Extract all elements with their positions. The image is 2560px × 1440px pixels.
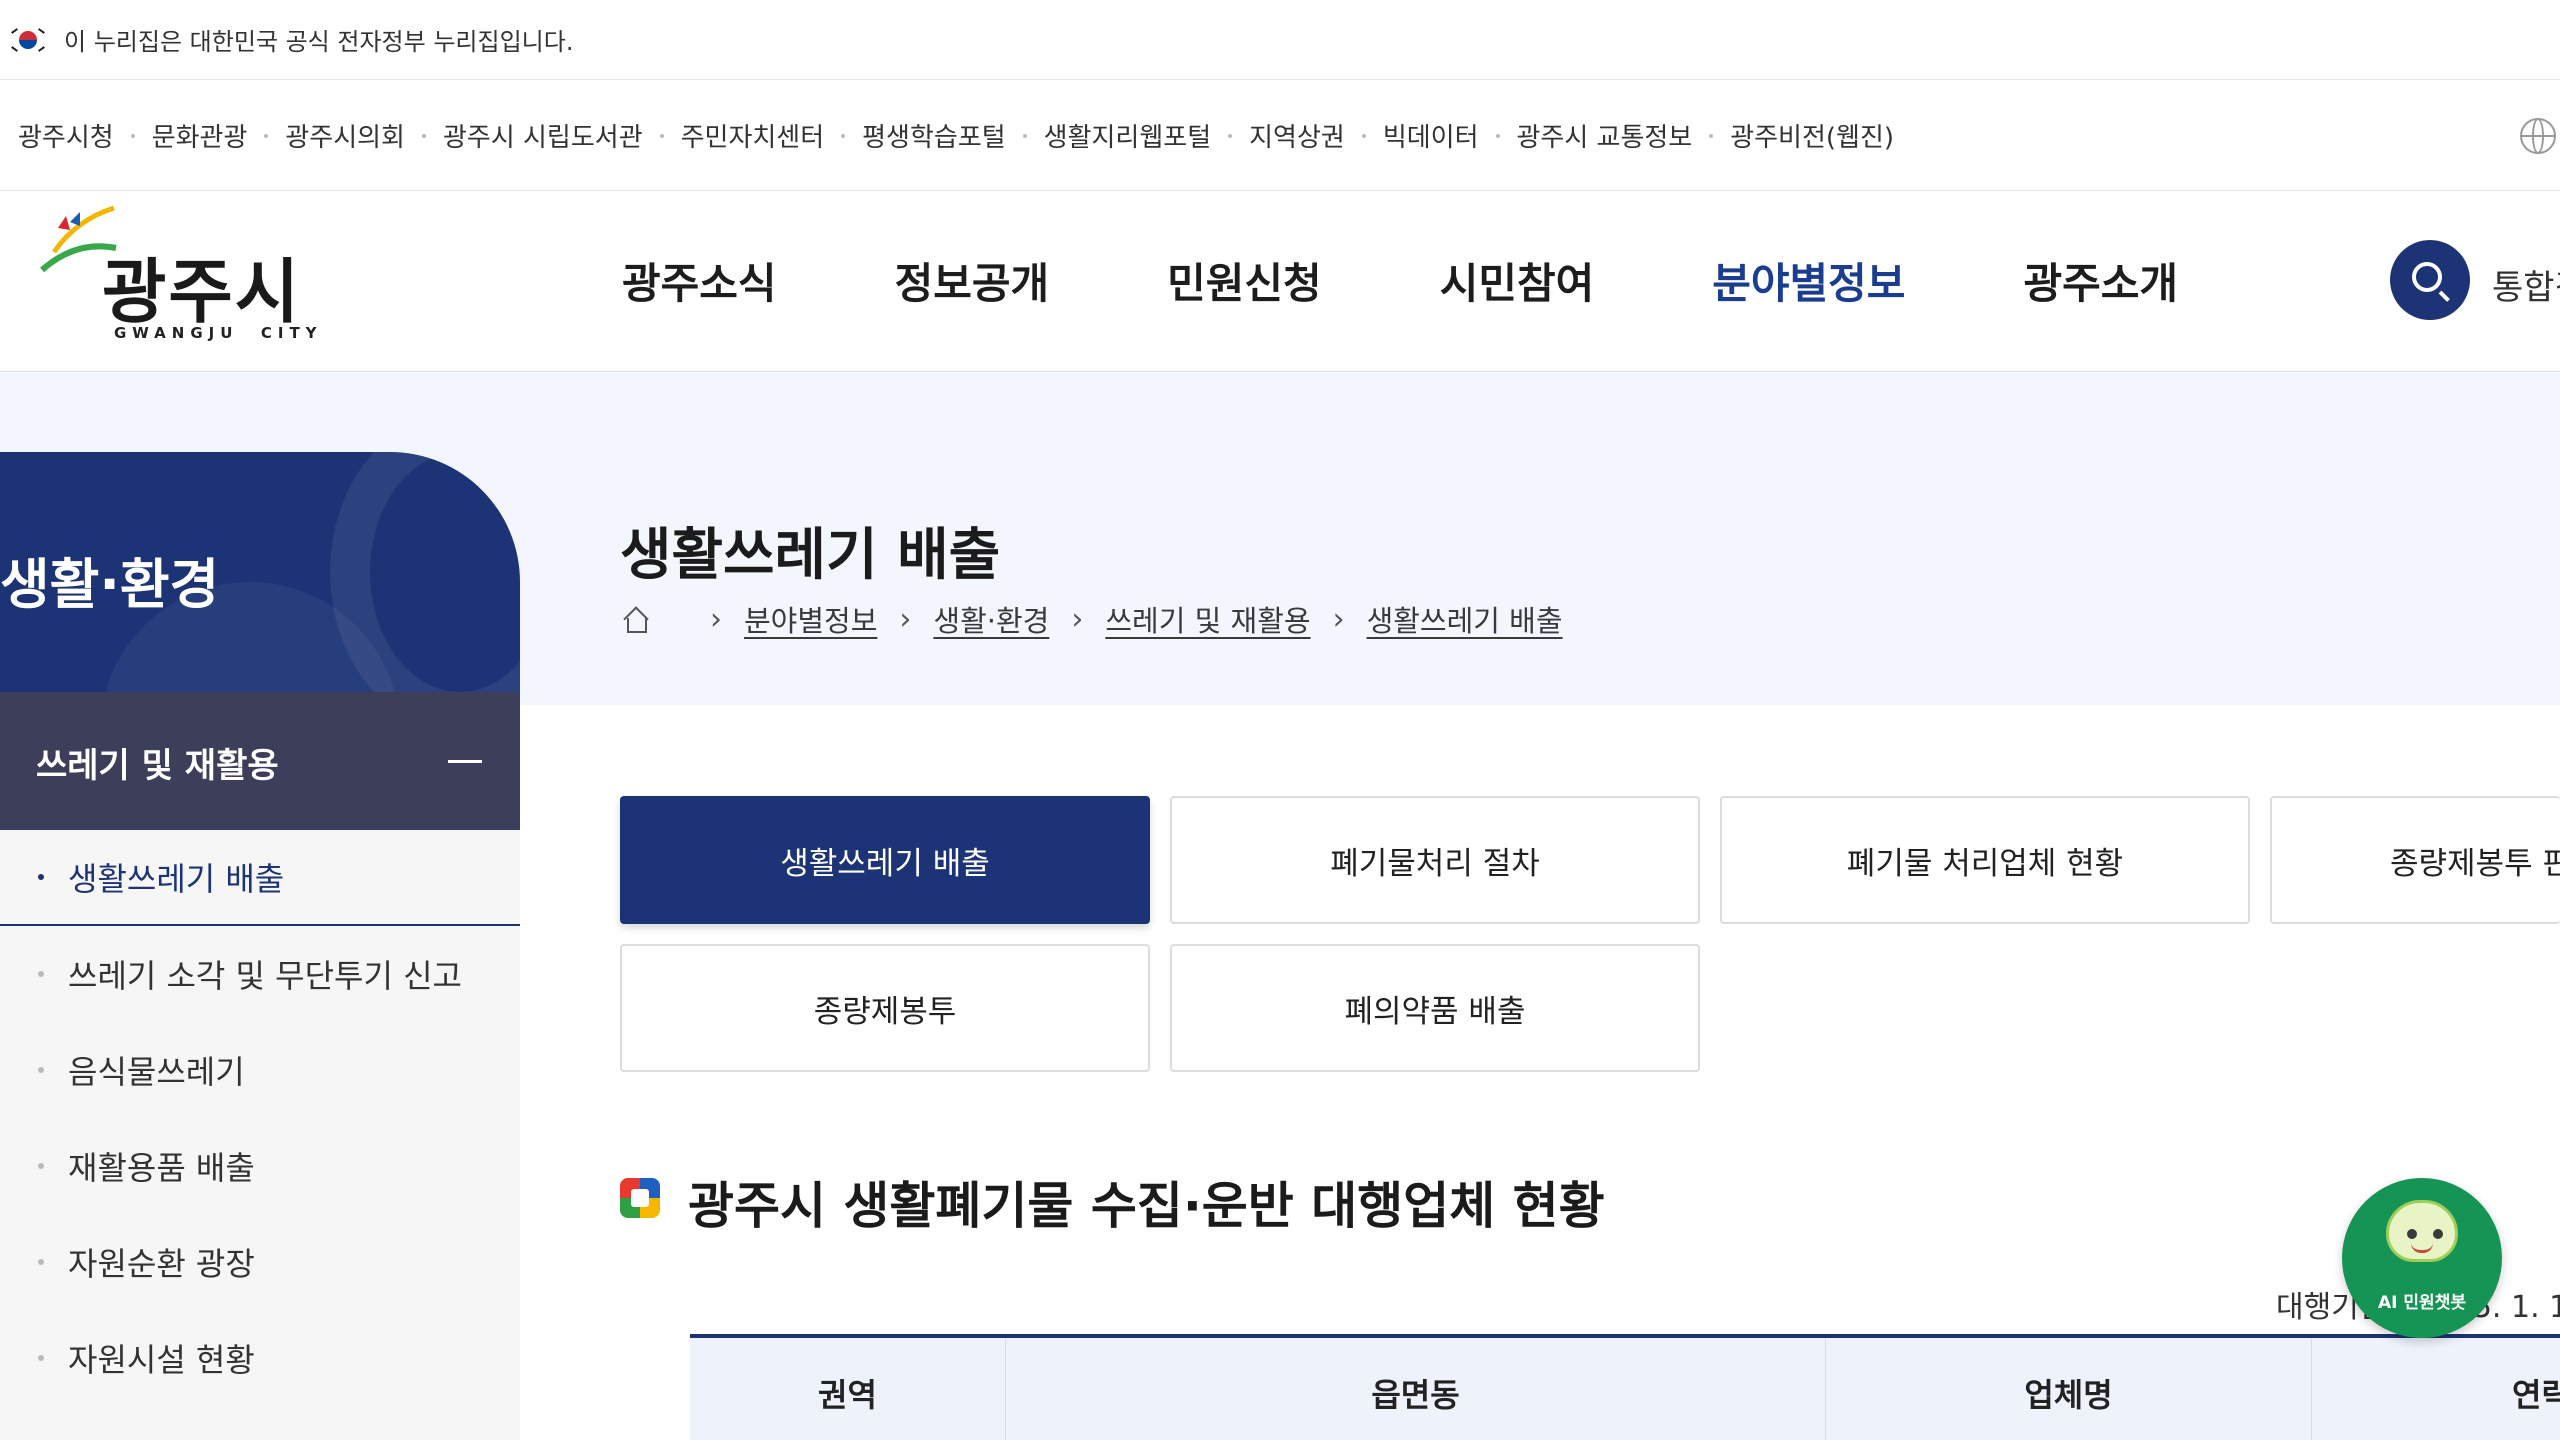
sidebar-section-label: 쓰레기 및 재활용 — [36, 746, 279, 786]
chatbot-label: AI 민원챗봇 — [2378, 1293, 2466, 1313]
sidebar-item-illegal-dumping[interactable]: 쓰레기 소각 및 무단투기 신고 — [0, 926, 520, 1022]
util-separator — [1495, 133, 1500, 138]
tab-garbage-bags[interactable]: 종량제봉투 — [620, 944, 1150, 1072]
sidebar-item-label: 자원시설 현황 — [68, 1341, 255, 1379]
sidebar-item-food-waste[interactable]: 음식물쓰레기 — [0, 1022, 520, 1118]
column-header-contact: 연락처 — [2512, 1376, 2560, 1414]
nav-citizen-participation[interactable]: 시민참여 — [1440, 250, 1595, 311]
breadcrumb-waste-recycling[interactable]: 쓰레기 및 재활용 — [1105, 598, 1310, 640]
search-icon — [2412, 262, 2442, 292]
util-link-webzine[interactable]: 광주비전(웹진) — [1730, 117, 1894, 154]
chevron-right-icon: › — [710, 601, 722, 637]
site-header: 광주시 GWANGJU CITY 광주소식 정보공개 민원신청 시민참여 분야별… — [0, 192, 2560, 372]
nav-civil-request[interactable]: 민원신청 — [1167, 250, 1322, 311]
bullet-icon — [38, 1355, 44, 1361]
util-link-big-data[interactable]: 빅데이터 — [1383, 117, 1479, 154]
gov-banner-text: 이 누리집은 대한민국 공식 전자정부 누리집입니다. — [64, 28, 574, 56]
sidebar-item-label: 재활용품 배출 — [68, 1149, 255, 1187]
chatbot-mascot-icon — [2386, 1200, 2458, 1262]
breadcrumb-field-info[interactable]: 분야별정보 — [744, 598, 877, 640]
logo-subtitle: GWANGJU CITY — [114, 324, 323, 342]
sidebar-item-household-waste[interactable]: 생활쓰레기 배출 — [0, 830, 520, 926]
sidebar-header: 생활·환경 — [0, 452, 520, 692]
nav-info-disclosure[interactable]: 정보공개 — [895, 250, 1050, 311]
minus-icon — [448, 760, 482, 763]
chevron-right-icon: › — [899, 601, 912, 637]
util-link-geo-portal[interactable]: 생활지리웹포털 — [1044, 117, 1211, 154]
bullet-icon — [38, 874, 44, 880]
sidebar-item-recycling[interactable]: 재활용품 배출 — [0, 1118, 520, 1214]
breadcrumb-life-environment[interactable]: 생활·환경 — [933, 598, 1049, 640]
sidebar-item-label: 음식물쓰레기 — [68, 1053, 245, 1091]
page-title: 생활쓰레기 배출 — [620, 523, 1001, 588]
tab-bag-sellers[interactable]: 종량제봉투 판매소 — [2270, 796, 2560, 924]
util-link-traffic-info[interactable]: 광주시 교통정보 — [1517, 117, 1693, 154]
breadcrumb-current[interactable]: 생활쓰레기 배출 — [1367, 598, 1563, 640]
gov-banner: 이 누리집은 대한민국 공식 전자정부 누리집입니다. — [0, 0, 2560, 80]
column-header-district: 읍면동 — [1006, 1338, 1826, 1440]
util-separator — [130, 133, 135, 138]
util-separator — [264, 133, 269, 138]
tab-waste-medicine[interactable]: 폐의약품 배출 — [1170, 944, 1700, 1072]
util-link-library[interactable]: 광주시 시립도서관 — [443, 117, 643, 154]
nav-about-gwangju[interactable]: 광주소개 — [2023, 250, 2178, 311]
section-heading-icon — [620, 1178, 660, 1218]
section-title: 광주시 생활폐기물 수집·운반 대행업체 현황 — [688, 1177, 1605, 1235]
home-icon[interactable] — [622, 604, 652, 634]
tab-disposal-procedure[interactable]: 폐기물처리 절차 — [1170, 796, 1700, 924]
sidebar-item-label: 생활쓰레기 배출 — [68, 860, 285, 898]
bullet-icon — [38, 971, 44, 977]
util-link-local-commerce[interactable]: 지역상권 — [1249, 117, 1345, 154]
util-separator — [421, 133, 426, 138]
column-header-company: 업체명 — [1826, 1338, 2312, 1440]
bullet-icon — [38, 1259, 44, 1265]
table-header-row: 권역 읍면동 업체명 연락처 — [690, 1338, 2560, 1440]
sidebar-item-label: 자원순환 광장 — [68, 1245, 255, 1283]
nav-gwangju-news[interactable]: 광주소식 — [622, 250, 777, 311]
util-separator — [659, 133, 664, 138]
bullet-icon — [38, 1163, 44, 1169]
search-button[interactable] — [2390, 240, 2470, 320]
korea-flag-icon — [10, 27, 46, 52]
sidebar-section-toggle[interactable]: 쓰레기 및 재활용 — [0, 692, 520, 830]
util-link-community-center[interactable]: 주민자치센터 — [681, 117, 825, 154]
util-separator — [1709, 133, 1714, 138]
chevron-right-icon: › — [1332, 601, 1345, 637]
breadcrumb: › 분야별정보 › 생활·환경 › 쓰레기 및 재활용 › 생활쓰레기 배출 — [622, 598, 1563, 640]
util-separator — [1361, 133, 1366, 138]
util-link-city-hall[interactable]: 광주시청 — [18, 117, 114, 154]
logo-wordmark: 광주시 — [102, 251, 302, 333]
sidebar-item-resource-plaza[interactable]: 자원순환 광장 — [0, 1214, 520, 1310]
util-separator — [1022, 133, 1027, 138]
column-header-region: 권역 — [690, 1338, 1006, 1440]
tab-disposal-companies[interactable]: 폐기물 처리업체 현황 — [1720, 796, 2250, 924]
integrated-search-label[interactable]: 통합검색 — [2492, 260, 2560, 309]
bullet-icon — [38, 1067, 44, 1073]
chevron-right-icon: › — [1071, 601, 1084, 637]
sidebar-item-label: 쓰레기 소각 및 무단투기 신고 — [68, 957, 462, 995]
util-link-culture-tour[interactable]: 문화관광 — [152, 117, 248, 154]
gwangju-logo[interactable]: 광주시 GWANGJU CITY — [36, 200, 317, 342]
globe-language-icon[interactable] — [2520, 118, 2556, 154]
main-navigation: 광주소식 정보공개 민원신청 시민참여 분야별정보 광주소개 — [622, 250, 2296, 311]
util-separator — [1228, 133, 1233, 138]
sidebar-title: 생활·환경 — [0, 553, 220, 616]
nav-field-info[interactable]: 분야별정보 — [1712, 250, 1905, 311]
sidebar-item-facilities[interactable]: 자원시설 현황 — [0, 1310, 520, 1406]
util-link-council[interactable]: 광주시의회 — [285, 117, 405, 154]
sidebar-menu: 생활쓰레기 배출 쓰레기 소각 및 무단투기 신고 음식물쓰레기 재활용품 배출… — [0, 830, 520, 1440]
utility-link-bar: 광주시청 문화관광 광주시의회 광주시 시립도서관 주민자치센터 평생학습포털 … — [0, 81, 2560, 191]
util-separator — [841, 133, 846, 138]
util-link-lifelong-learning[interactable]: 평생학습포털 — [862, 117, 1006, 154]
tab-household-waste[interactable]: 생활쓰레기 배출 — [620, 796, 1150, 924]
ai-chatbot-button[interactable]: AI 민원챗봇 — [2342, 1178, 2502, 1338]
